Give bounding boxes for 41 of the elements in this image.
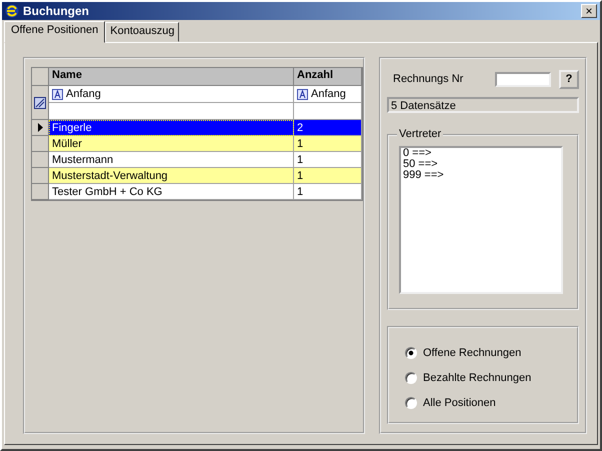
table-cell: 1 [294,184,362,200]
tab[interactable]: Kontoauszug [105,22,180,42]
radio-button[interactable] [405,397,417,410]
table-cell: Müller [49,136,294,152]
close-button[interactable]: × [581,4,597,18]
row-pointer-icon [38,123,42,132]
filter-value: Anfang [311,88,346,100]
table-cell: Tester GmbH + Co KG [49,184,294,200]
table-cell: Mustermann [49,152,294,168]
letter-a-icon [52,88,63,100]
filter-input[interactable] [294,103,362,120]
group-title: Vertreter [397,128,444,140]
radio-label[interactable]: Bezahlte Rechnungen [423,372,532,384]
letter-a-icon [297,88,308,100]
app-icon [5,4,19,18]
radio-button[interactable] [405,346,417,359]
table-cell: 2 [294,120,362,136]
filter-icon [34,96,46,108]
tab[interactable]: Offene Positionen [4,21,106,43]
window-title: Buchungen [23,4,90,18]
table-cell: Fingerle [49,120,294,136]
table-cell: 1 [294,168,362,184]
table-cell: Musterstadt-Verwaltung [49,168,294,184]
column-header[interactable]: Name [49,68,294,86]
table-cell: 1 [294,136,362,152]
filter-cell[interactable]: Anfang [49,86,294,103]
record-count: 5 Datensätze [387,97,579,113]
radio-label[interactable]: Alle Positionen [423,397,496,410]
filter-value: Anfang [66,88,101,100]
list-item[interactable]: 50 ==> [403,159,559,170]
list-item[interactable]: 999 ==> [403,170,559,181]
table-cell: 1 [294,152,362,168]
radio-label[interactable]: Offene Rechnungen [423,346,522,359]
list-item[interactable]: 0 ==> [403,148,559,159]
help-button[interactable]: ? [559,70,579,88]
column-header[interactable]: Anzahl [294,68,362,86]
radio-button[interactable] [405,372,417,384]
invoice-number-field[interactable] [495,72,551,86]
filter-input[interactable] [49,103,294,120]
field-label: Rechnungs Nr [393,73,464,85]
filter-cell[interactable]: Anfang [294,86,362,103]
